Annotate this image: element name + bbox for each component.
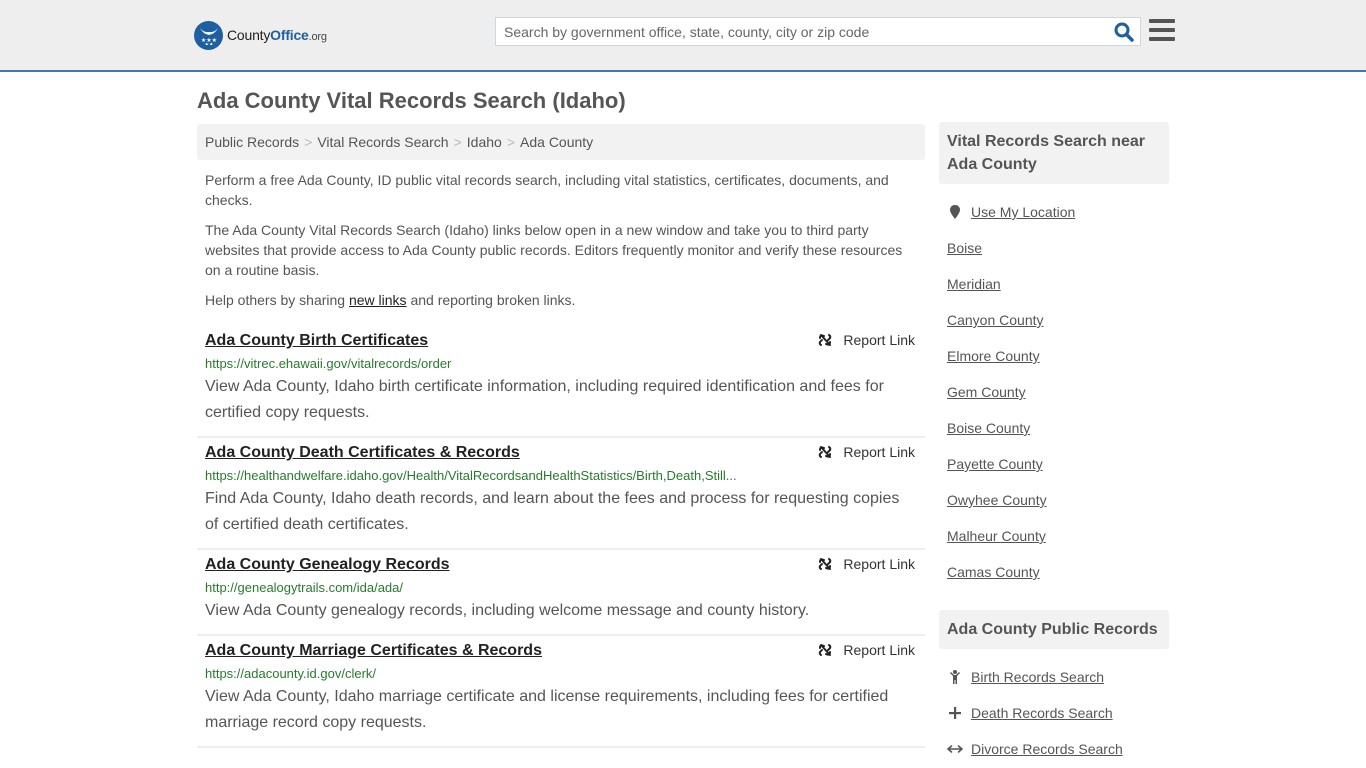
site-header: ★★★ ★★ CountyOffice.org (0, 0, 1366, 72)
report-link-button[interactable]: Report Link (817, 556, 915, 572)
share-links-paragraph: Help others by sharing new links and rep… (205, 292, 576, 308)
result-item: Ada County Marriage Certificates & Recor… (197, 636, 925, 748)
intro-paragraph: The Ada County Vital Records Search (Ida… (205, 222, 903, 278)
site-logo[interactable]: ★★★ ★★ CountyOffice.org (194, 20, 327, 50)
hamburger-menu-button[interactable] (1149, 19, 1175, 43)
nearby-item: Boise (947, 230, 1161, 266)
broken-link-icon (819, 644, 832, 656)
result-url: https://adacounty.id.gov/clerk/ (205, 666, 377, 681)
breadcrumb-separator: > (304, 134, 313, 150)
cross-icon (947, 706, 963, 720)
breadcrumb-idaho[interactable]: Idaho (467, 134, 502, 150)
report-link-button[interactable]: Report Link (817, 444, 915, 460)
divorce-records-search-link[interactable]: Divorce Records Search (971, 741, 1123, 757)
nearby-link-owyhee-county[interactable]: Owyhee County (947, 492, 1047, 508)
search-button[interactable] (1114, 22, 1134, 42)
intro-text: Perform a free Ada County, ID public vit… (205, 170, 917, 320)
nearby-list: Use My Location Boise Meridian Canyon Co… (939, 184, 1169, 590)
public-records-item: Death Records Search (947, 695, 1161, 731)
use-my-location-item: Use My Location (947, 194, 1161, 230)
result-title-link[interactable]: Ada County Marriage Certificates & Recor… (205, 640, 542, 662)
use-my-location-link[interactable]: Use My Location (971, 204, 1075, 220)
intro-paragraph: Perform a free Ada County, ID public vit… (205, 172, 889, 208)
nearby-link-boise-county[interactable]: Boise County (947, 420, 1030, 436)
broken-link-icon (819, 446, 832, 458)
nearby-item: Canyon County (947, 302, 1161, 338)
map-marker-icon (947, 204, 963, 220)
result-url: https://healthandwelfare.idaho.gov/Healt… (205, 468, 737, 483)
breadcrumb: Public Records > Vital Records Search > Idah… (197, 124, 925, 160)
broken-link-icon (819, 334, 832, 346)
breadcrumb-public-records[interactable]: Public Records (205, 134, 299, 150)
nearby-item: Boise County (947, 410, 1161, 446)
result-title-link[interactable]: Ada County Birth Certificates (205, 330, 428, 352)
new-links-link[interactable]: new links (349, 292, 407, 308)
search-input[interactable] (496, 18, 1096, 45)
nearby-link-camas-county[interactable]: Camas County (947, 564, 1040, 580)
broken-link-icon (819, 558, 832, 570)
nearby-heading: Vital Records Search near Ada County (939, 122, 1169, 184)
sidebar: Vital Records Search near Ada County Use… (939, 122, 1169, 767)
result-description: View Ada County, Idaho marriage certific… (205, 688, 889, 731)
death-records-search-link[interactable]: Death Records Search (971, 705, 1113, 721)
result-url: https://vitrec.ehawaii.gov/vitalrecords/… (205, 356, 452, 371)
result-item: Ada County Birth Certificates Report Lin… (197, 326, 925, 438)
eagle-logo-icon: ★★★ ★★ (194, 20, 223, 50)
nearby-item: Owyhee County (947, 482, 1161, 518)
child-icon (947, 669, 963, 685)
public-records-item: Divorce Records Search (947, 731, 1161, 767)
arrows-horizontal-icon (947, 744, 963, 754)
nearby-link-boise[interactable]: Boise (947, 240, 982, 256)
nearby-item: Payette County (947, 446, 1161, 482)
logo-text: CountyOffice.org (227, 27, 327, 43)
result-item: Ada County Death Certificates & Records … (197, 438, 925, 550)
result-url: http://genealogytrails.com/ida/ada/ (205, 580, 404, 595)
breadcrumb-vital-records-search[interactable]: Vital Records Search (317, 134, 448, 150)
result-description: View Ada County genealogy records, inclu… (205, 602, 810, 619)
birth-records-search-link[interactable]: Birth Records Search (971, 669, 1104, 685)
svg-text:★★: ★★ (204, 42, 213, 45)
report-link-button[interactable]: Report Link (817, 642, 915, 658)
nearby-link-canyon-county[interactable]: Canyon County (947, 312, 1044, 328)
results-list: Ada County Birth Certificates Report Lin… (197, 326, 925, 748)
public-records-heading: Ada County Public Records (939, 610, 1169, 649)
result-title-link[interactable]: Ada County Death Certificates & Records (205, 442, 520, 464)
nearby-item: Camas County (947, 554, 1161, 590)
search-icon (1114, 22, 1134, 42)
nearby-link-gem-county[interactable]: Gem County (947, 384, 1026, 400)
nearby-item: Elmore County (947, 338, 1161, 374)
result-description: View Ada County, Idaho birth certificate… (205, 378, 884, 421)
nearby-link-payette-county[interactable]: Payette County (947, 456, 1043, 472)
public-records-item: Birth Records Search (947, 659, 1161, 695)
result-item: Ada County Genealogy Records Report Link… (197, 550, 925, 636)
hamburger-menu-icon (1149, 19, 1175, 23)
page-title: Ada County Vital Records Search (Idaho) (197, 88, 626, 113)
report-link-button[interactable]: Report Link (817, 332, 915, 348)
nearby-item: Gem County (947, 374, 1161, 410)
nearby-item: Meridian (947, 266, 1161, 302)
result-title-link[interactable]: Ada County Genealogy Records (205, 554, 450, 576)
result-description: Find Ada County, Idaho death records, an… (205, 490, 900, 533)
search-box (495, 17, 1141, 46)
breadcrumb-separator: > (453, 134, 462, 150)
breadcrumb-separator: > (506, 134, 516, 150)
nearby-link-malheur-county[interactable]: Malheur County (947, 528, 1046, 544)
breadcrumb-ada-county[interactable]: Ada County (520, 134, 593, 150)
nearby-link-meridian[interactable]: Meridian (947, 276, 1001, 292)
public-records-list: Birth Records Search Death Records Searc… (939, 649, 1169, 767)
nearby-link-elmore-county[interactable]: Elmore County (947, 348, 1040, 364)
nearby-item: Malheur County (947, 518, 1161, 554)
